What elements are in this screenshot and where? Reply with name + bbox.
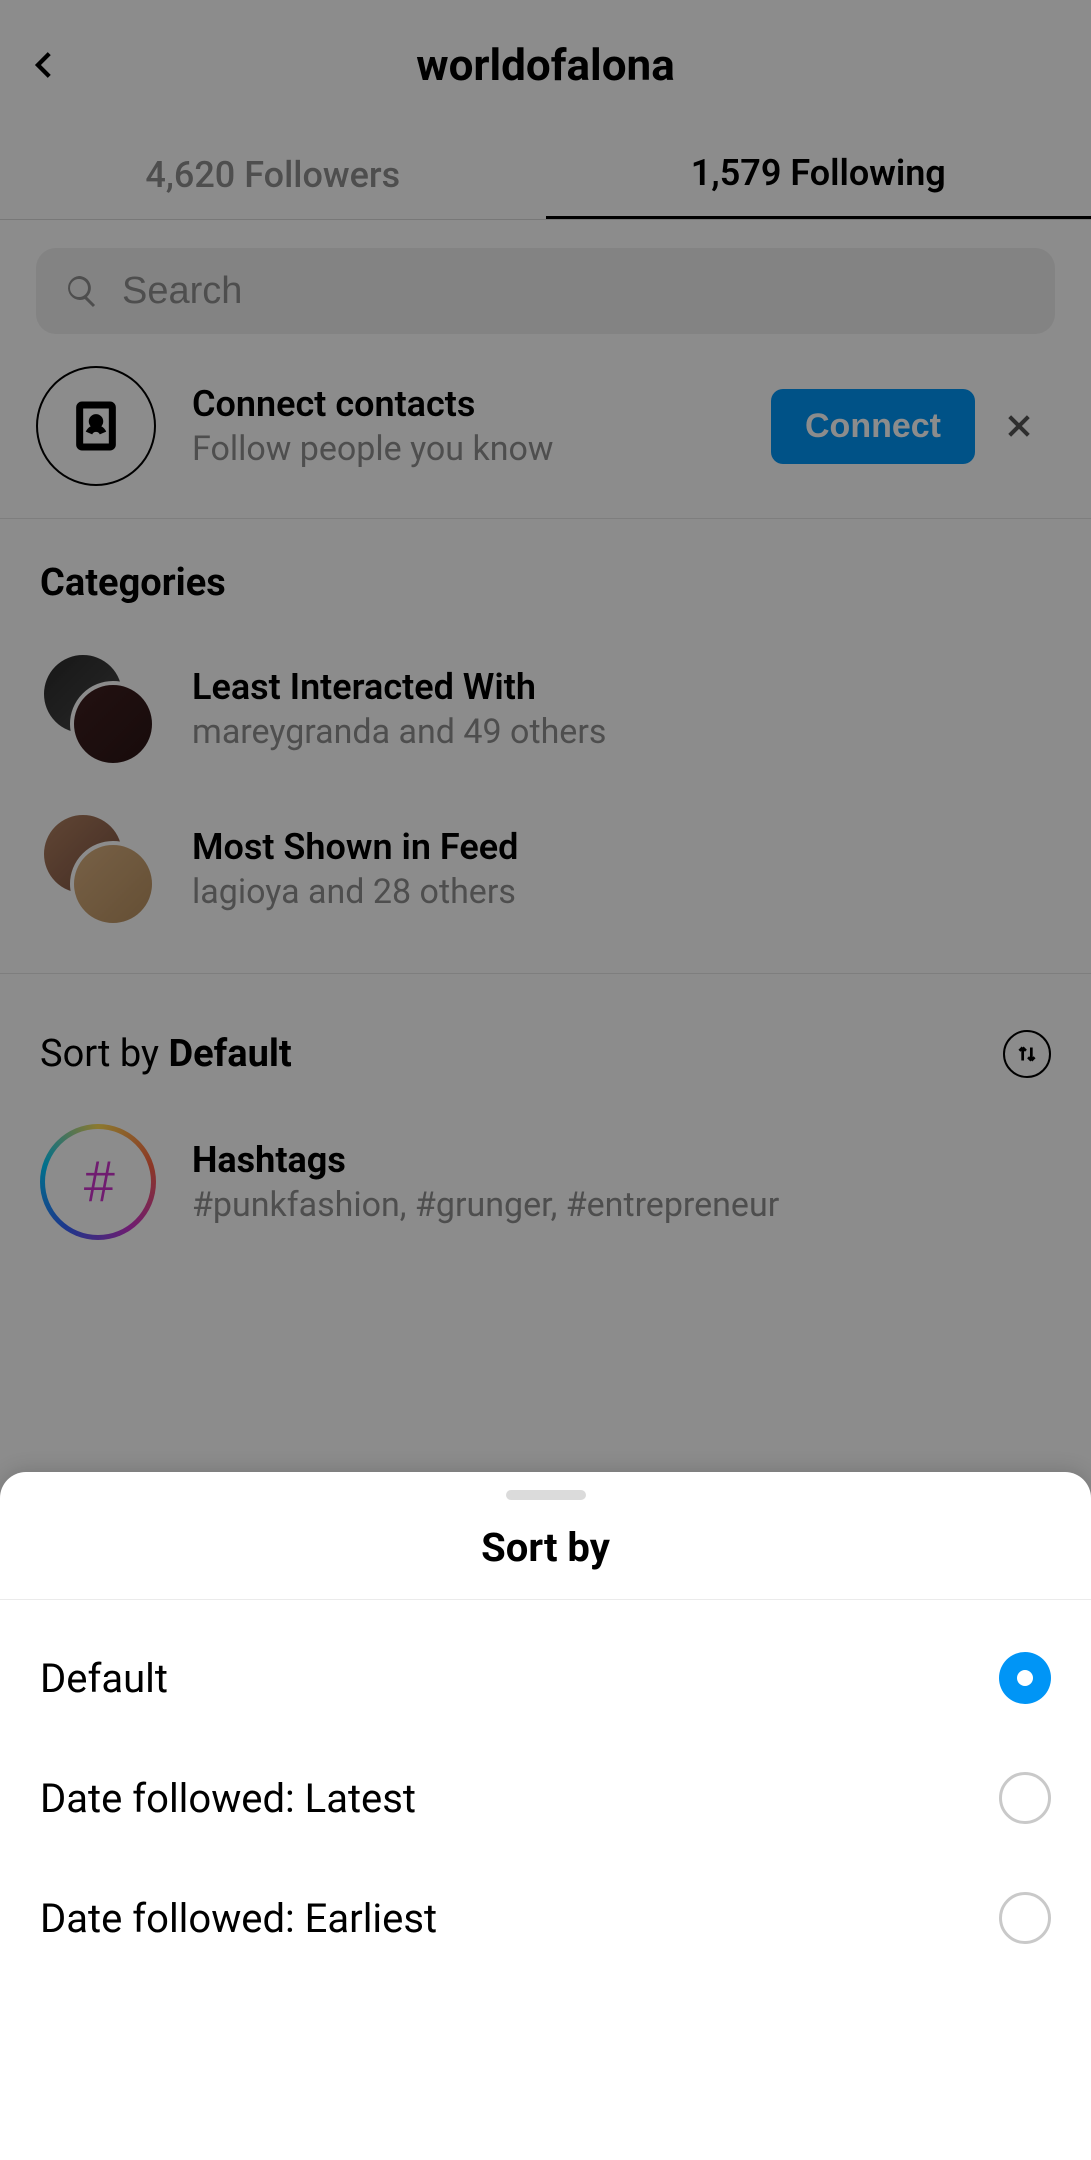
category-least-interacted[interactable]: Least Interacted With mareygranda and 49… [0,629,1091,789]
hashtag-icon: # [45,1129,151,1235]
sort-option-earliest[interactable]: Date followed: Earliest [40,1858,1051,1978]
connect-title: Connect contacts [192,383,771,425]
sort-bottom-sheet: Sort by Default Date followed: Latest Da… [0,1472,1091,2160]
category-title: Most Shown in Feed [192,826,518,868]
search-field[interactable] [36,248,1055,334]
radio-selected[interactable] [999,1652,1051,1704]
category-subtitle: mareygranda and 49 others [192,712,606,752]
hashtags-subtitle: #punkfashion, #grunger, #entrepreneur [192,1185,779,1225]
option-label: Date followed: Earliest [40,1895,999,1942]
contacts-icon-circle [36,366,156,486]
categories-heading: Categories [0,519,1091,629]
sort-prefix: Sort by [40,1032,168,1076]
tab-following[interactable]: 1,579 Following [546,130,1091,219]
dismiss-connect-button[interactable] [983,410,1055,442]
hashtags-title: Hashtags [192,1139,779,1181]
connect-button[interactable]: Connect [771,389,975,464]
avatar-stack [40,651,156,767]
option-label: Default [40,1655,999,1702]
sheet-drag-handle[interactable] [506,1490,586,1500]
sort-arrows-icon [1014,1041,1040,1067]
avatar-stack [40,811,156,927]
radio-unselected[interactable] [999,1892,1051,1944]
search-icon [64,273,100,309]
sort-value: Default [168,1032,291,1076]
search-input[interactable] [122,270,1027,313]
close-icon [1003,410,1035,442]
category-title: Least Interacted With [192,666,606,708]
hashtag-avatar: # [40,1124,156,1240]
page-title: worldofalona [0,39,1091,91]
radio-unselected[interactable] [999,1772,1051,1824]
sheet-title: Sort by [0,1524,1091,1599]
contacts-icon [68,398,124,454]
hashtags-row[interactable]: # Hashtags #punkfashion, #grunger, #entr… [0,1098,1091,1266]
sort-option-default[interactable]: Default [40,1618,1051,1738]
tab-followers[interactable]: 4,620 Followers [0,130,546,219]
option-label: Date followed: Latest [40,1775,999,1822]
category-subtitle: lagioya and 28 others [192,872,518,912]
sort-button[interactable] [1003,1030,1051,1078]
connect-subtitle: Follow people you know [192,429,771,469]
category-most-shown[interactable]: Most Shown in Feed lagioya and 28 others [0,789,1091,949]
sort-current[interactable]: Sort by Default [40,1032,1003,1076]
sort-option-latest[interactable]: Date followed: Latest [40,1738,1051,1858]
